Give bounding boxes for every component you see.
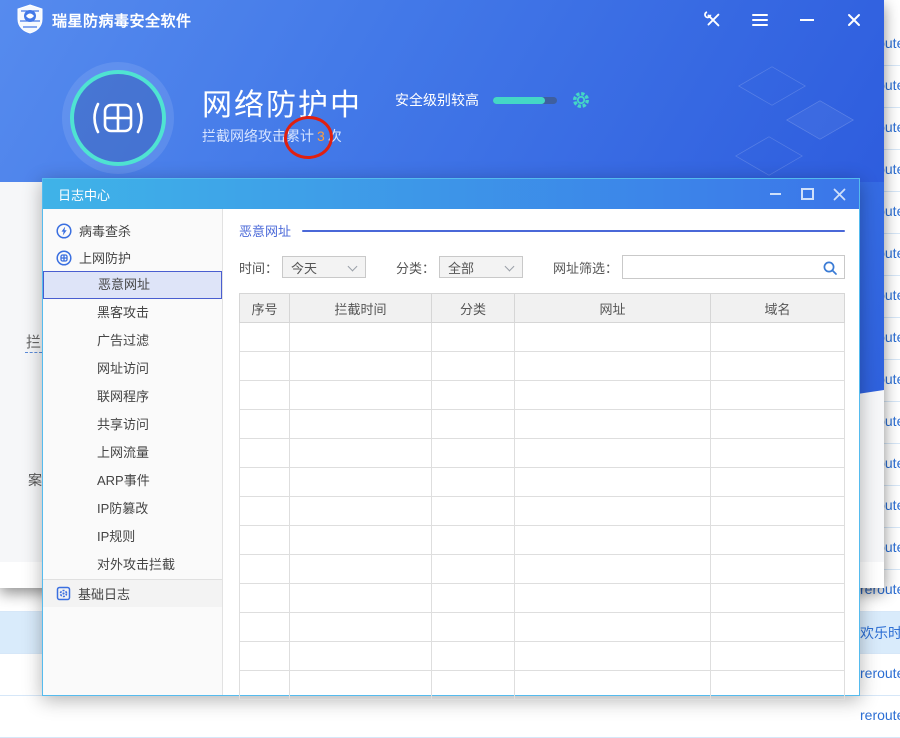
tools-icon[interactable] [703, 10, 723, 30]
sidebar-group-virus-scan[interactable]: 病毒查杀 [43, 217, 222, 244]
time-filter-select[interactable]: 今天 [282, 256, 366, 278]
category-filter-select[interactable]: 全部 [439, 256, 523, 278]
minimize-icon[interactable] [797, 10, 817, 30]
table-row [240, 642, 845, 671]
virus-scan-icon [56, 223, 72, 239]
chevron-down-icon [505, 262, 515, 272]
sidebar-item-ip-rules[interactable]: IP规则 [43, 523, 222, 551]
table-row [240, 468, 845, 497]
sidebar-item-outbound-attack[interactable]: 对外攻击拦截 [43, 551, 222, 579]
table-row [240, 323, 845, 352]
sidebar-item-hacker-attacks[interactable]: 黑客攻击 [43, 299, 222, 327]
col-block-time[interactable]: 拦截时间 [290, 294, 432, 323]
table-row [240, 381, 845, 410]
covered-text-fragment: 案 [28, 470, 42, 490]
security-level-slider[interactable] [493, 97, 557, 104]
list-item[interactable]: reroute [0, 696, 900, 738]
table-row [240, 613, 845, 642]
url-filter-label: 网址筛选： [553, 258, 618, 277]
table-row [240, 410, 845, 439]
net-protect-icon [56, 250, 72, 266]
url-filter-input[interactable] [623, 256, 844, 278]
log-center-dialog: 日志中心 病毒查杀 [42, 178, 860, 696]
sidebar-group-basic-logs[interactable]: 基础日志 [43, 579, 222, 607]
category-filter-label: 分类： [396, 258, 435, 277]
rising-shield-logo [16, 4, 44, 39]
table-row [240, 497, 845, 526]
log-sidebar: 病毒查杀 上网防护 恶意网址 黑客攻击 广告过滤 网址访问 联网程序 共享访问 … [43, 209, 223, 695]
table-header-row: 序号 拦截时间 分类 网址 域名 [240, 294, 845, 323]
maximize-icon[interactable] [799, 186, 815, 202]
log-table: 序号 拦截时间 分类 网址 域名 [239, 293, 845, 700]
sidebar-item-url-access[interactable]: 网址访问 [43, 355, 222, 383]
table-row [240, 555, 845, 584]
status-title: 网络防护中 [202, 80, 362, 124]
sidebar-item-ip-tamper[interactable]: IP防篡改 [43, 495, 222, 523]
menu-icon[interactable] [750, 10, 770, 30]
close-icon[interactable] [844, 10, 864, 30]
sidebar-group-net-protect[interactable]: 上网防护 [43, 244, 222, 271]
sidebar-item-arp-events[interactable]: ARP事件 [43, 467, 222, 495]
time-filter-label: 时间： [239, 258, 278, 277]
covered-text-fragment: 拦 [26, 331, 41, 352]
security-level-label: 安全级别较高 [395, 90, 479, 110]
minimize-icon[interactable] [767, 186, 783, 202]
table-row [240, 671, 845, 700]
sidebar-item-shared-access[interactable]: 共享访问 [43, 411, 222, 439]
table-row [240, 526, 845, 555]
col-category[interactable]: 分类 [432, 294, 515, 323]
dashed-underline-fragment [25, 352, 42, 353]
section-rule [302, 230, 845, 232]
section-title: 恶意网址 [239, 221, 291, 240]
network-shield-badge [60, 60, 176, 181]
dialog-title: 日志中心 [58, 185, 110, 204]
table-row [240, 439, 845, 468]
sidebar-item-ad-filter[interactable]: 广告过滤 [43, 327, 222, 355]
sidebar-item-malicious-urls[interactable]: 恶意网址 [43, 271, 222, 299]
app-title: 瑞星防病毒安全软件 [52, 10, 192, 31]
col-url[interactable]: 网址 [515, 294, 711, 323]
filter-bar: 时间： 今天 分类： 全部 网址筛选： [239, 255, 845, 279]
log-content: 恶意网址 时间： 今天 分类： 全部 网址筛选： [223, 209, 859, 695]
close-icon[interactable] [831, 186, 847, 202]
dialog-titlebar: 日志中心 [43, 179, 859, 209]
log-icon [56, 586, 71, 601]
app-titlebar: 瑞星防病毒安全软件 [0, 0, 884, 40]
table-row [240, 352, 845, 381]
sidebar-item-net-traffic[interactable]: 上网流量 [43, 439, 222, 467]
gear-icon[interactable] [571, 90, 591, 110]
col-index[interactable]: 序号 [240, 294, 290, 323]
chevron-down-icon [348, 262, 358, 272]
sidebar-item-network-programs[interactable]: 联网程序 [43, 383, 222, 411]
url-filter-inputbox [622, 255, 845, 279]
col-domain[interactable]: 域名 [711, 294, 845, 323]
table-row [240, 584, 845, 613]
search-icon[interactable] [822, 260, 838, 276]
protection-status: 网络防护中 安全级别较高 拦截网络攻击累计3次 [0, 56, 884, 180]
